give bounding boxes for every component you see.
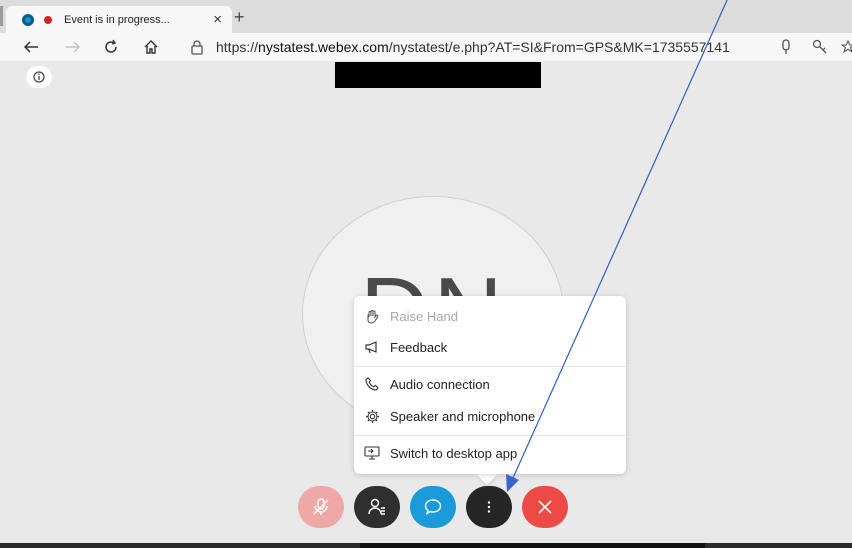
browser-toolbar: https://nystatest.webex.com/nystatest/e.… xyxy=(0,33,852,61)
gear-icon xyxy=(364,408,380,424)
tab-title: Event is in progress... xyxy=(64,13,170,26)
star-icon xyxy=(841,40,852,54)
new-tab-button[interactable]: + xyxy=(234,8,245,26)
menu-item-label: Audio connection xyxy=(390,376,490,392)
menu-separator xyxy=(354,435,626,436)
tab-strip-edge xyxy=(0,6,3,26)
phone-icon xyxy=(364,376,380,392)
more-options-menu: Raise Hand Feedback Audio connection Spe… xyxy=(354,296,626,474)
microphone-icon xyxy=(782,39,790,54)
meeting-info-button[interactable] xyxy=(26,66,52,88)
menu-item-feedback[interactable]: Feedback xyxy=(354,333,626,361)
mute-button[interactable] xyxy=(298,486,344,528)
raise-hand-icon xyxy=(364,308,380,324)
url-prefix: https:// xyxy=(216,39,259,55)
home-icon xyxy=(144,40,158,54)
chat-button[interactable] xyxy=(410,486,456,528)
redacted-meeting-title xyxy=(335,62,541,88)
forward-button[interactable] xyxy=(62,37,84,57)
url-host: nystatest.webex.com xyxy=(258,39,389,55)
taskbar-edge xyxy=(0,543,852,548)
menu-separator xyxy=(354,366,626,367)
menu-item-label: Switch to desktop app xyxy=(390,445,518,461)
favorite-button[interactable] xyxy=(838,37,852,57)
key-button[interactable] xyxy=(810,37,830,57)
back-arrow-icon xyxy=(23,41,38,53)
mic-muted-icon xyxy=(313,498,329,515)
menu-item-label: Raise Hand xyxy=(390,308,458,324)
info-icon xyxy=(33,71,45,83)
recording-dot-icon xyxy=(44,15,52,24)
participants-icon xyxy=(368,498,385,515)
microphone-permission-button[interactable] xyxy=(776,37,796,57)
desktop-app-icon xyxy=(364,445,380,461)
webex-favicon-icon xyxy=(22,13,34,26)
home-button[interactable] xyxy=(140,37,162,57)
refresh-icon xyxy=(105,39,117,53)
chat-icon xyxy=(424,499,442,516)
more-options-button[interactable] xyxy=(466,486,512,528)
back-button[interactable] xyxy=(20,37,42,57)
menu-item-audio-connection[interactable]: Audio connection xyxy=(354,370,626,398)
menu-item-label: Speaker and microphone xyxy=(390,408,536,424)
annotation-arrow-head xyxy=(506,474,519,492)
close-icon xyxy=(538,500,552,514)
megaphone-icon xyxy=(364,339,380,355)
forward-arrow-icon xyxy=(66,41,81,53)
tab-close-icon[interactable]: × xyxy=(213,11,222,28)
lock-icon[interactable] xyxy=(190,39,204,55)
browser-tab-strip: Event is in progress... × + xyxy=(0,0,852,33)
url-path: /nystatest/e.php?AT=SI&From=GPS&MK=17355… xyxy=(388,39,730,55)
menu-item-raise-hand[interactable]: Raise Hand xyxy=(354,302,626,330)
taskbar-segment xyxy=(360,543,705,548)
participants-button[interactable] xyxy=(354,486,400,528)
leave-meeting-button[interactable] xyxy=(522,486,568,528)
browser-tab[interactable]: Event is in progress... × xyxy=(6,6,232,33)
menu-item-label: Feedback xyxy=(390,339,448,355)
key-icon xyxy=(812,39,827,54)
menu-item-switch-to-desktop-app[interactable]: Switch to desktop app xyxy=(354,439,626,467)
more-vertical-icon xyxy=(487,501,491,513)
address-bar[interactable]: https://nystatest.webex.com/nystatest/e.… xyxy=(216,39,730,55)
refresh-button[interactable] xyxy=(100,37,122,57)
menu-item-speaker-and-microphone[interactable]: Speaker and microphone xyxy=(354,402,626,430)
